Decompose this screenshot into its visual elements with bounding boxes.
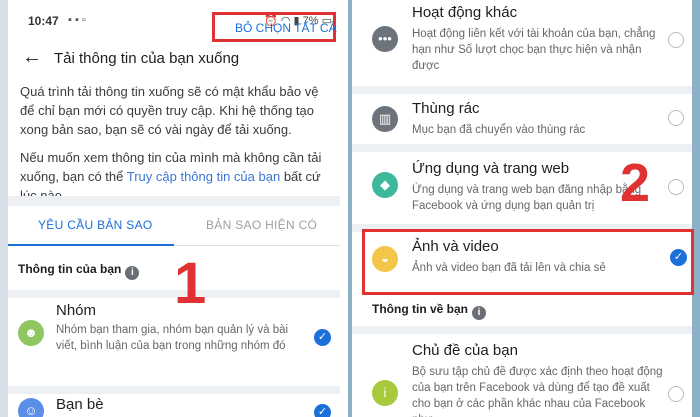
- info-icon[interactable]: i: [472, 306, 486, 320]
- tab-existing-copies[interactable]: BẢN SAO HIỆN CÓ: [206, 218, 317, 232]
- item-title: Hoạt động khác: [412, 4, 518, 21]
- left-screen: 10:47 ▪ ▪ ▫ ⏰ ◠ ▮ 7% ▭ ← Tải thông tin c…: [0, 0, 348, 417]
- section-label: Thông tin về bạn i: [372, 302, 486, 320]
- deselect-all-label: BỎ CHỌN TẤT CẢ: [235, 21, 337, 35]
- groups-icon: ☻: [18, 320, 44, 346]
- right-edge: [692, 0, 700, 417]
- divider: [352, 144, 692, 152]
- more-icon: •••: [372, 26, 398, 52]
- list-item-your-topics[interactable]: i Chủ đề của bạn Bộ sưu tập chủ đề được …: [352, 334, 692, 417]
- step-1-label: 1: [174, 251, 207, 316]
- topics-icon: i: [372, 380, 398, 406]
- step-2-label: 2: [620, 153, 651, 213]
- divider: [352, 86, 692, 94]
- item-title: Thùng rác: [412, 100, 480, 117]
- apps-cube-icon: ◆: [372, 172, 398, 198]
- item-description: Ứng dụng và trang web bạn đăng nhập bằng…: [412, 184, 642, 212]
- status-time: 10:47: [28, 14, 59, 28]
- left-edge: [0, 0, 8, 417]
- item-title: Nhóm: [56, 302, 97, 319]
- about-you-section: Thông tin về bạn i: [352, 294, 692, 324]
- checkbox-checked-icon[interactable]: ✓: [314, 404, 331, 417]
- tab-request-copy[interactable]: YÊU CẦU BẢN SAO: [38, 218, 153, 232]
- item-description: Nhóm bạn tham gia, nhóm bạn quản lý và b…: [56, 324, 289, 352]
- page-title: Tải thông tin của bạn xuống: [54, 50, 240, 67]
- tab-active-indicator: [8, 244, 174, 246]
- status-notification-icons: ▪ ▪ ▫: [68, 14, 86, 26]
- checkbox-unchecked[interactable]: [668, 110, 684, 126]
- page-header: ← Tải thông tin của bạn xuống: [8, 44, 340, 76]
- section-label: Thông tin của bạn i: [18, 262, 140, 280]
- deselect-all-button[interactable]: BỎ CHỌN TẤT CẢ: [212, 12, 337, 42]
- item-description: Mục bạn đã chuyển vào thùng rác: [412, 124, 586, 136]
- checkbox-unchecked[interactable]: [668, 386, 684, 402]
- intro-text: Quá trình tải thông tin xuống sẽ có mật …: [20, 84, 319, 137]
- checkbox-unchecked[interactable]: [668, 32, 684, 48]
- divider: [352, 326, 692, 334]
- list-item-other-activity[interactable]: ••• Hoạt động khác Hoạt động liên kết vớ…: [352, 0, 692, 92]
- divider: [8, 386, 340, 394]
- item-description: Bộ sưu tập chủ đề được xác định theo hoạ…: [412, 366, 663, 417]
- access-info-link[interactable]: Truy cập thông tin của bạn: [127, 169, 280, 184]
- checkbox-unchecked[interactable]: [668, 179, 684, 195]
- list-item-friends[interactable]: ☺ Bạn bè ✓: [8, 394, 340, 417]
- photos-videos-highlight: [362, 229, 694, 295]
- section-label-text: Thông tin về bạn: [372, 302, 468, 316]
- item-title: Ứng dụng và trang web: [412, 160, 570, 177]
- divider: [8, 196, 340, 206]
- trash-icon: ▥: [372, 106, 398, 132]
- item-description: Hoạt động liên kết với tài khoản của bạn…: [412, 28, 656, 72]
- list-item-trash[interactable]: ▥ Thùng rác Mục bạn đã chuyển vào thùng …: [352, 94, 692, 140]
- item-title: Chủ đề của bạn: [412, 342, 518, 359]
- section-label-text: Thông tin của bạn: [18, 262, 122, 276]
- info-icon[interactable]: i: [125, 266, 140, 280]
- checkbox-checked-icon[interactable]: ✓: [314, 329, 331, 346]
- back-arrow-icon[interactable]: ←: [22, 46, 42, 69]
- tab-bar: YÊU CẦU BẢN SAO BẢN SAO HIỆN CÓ: [8, 206, 340, 246]
- friends-icon: ☺: [18, 398, 44, 417]
- item-title: Bạn bè: [56, 396, 104, 413]
